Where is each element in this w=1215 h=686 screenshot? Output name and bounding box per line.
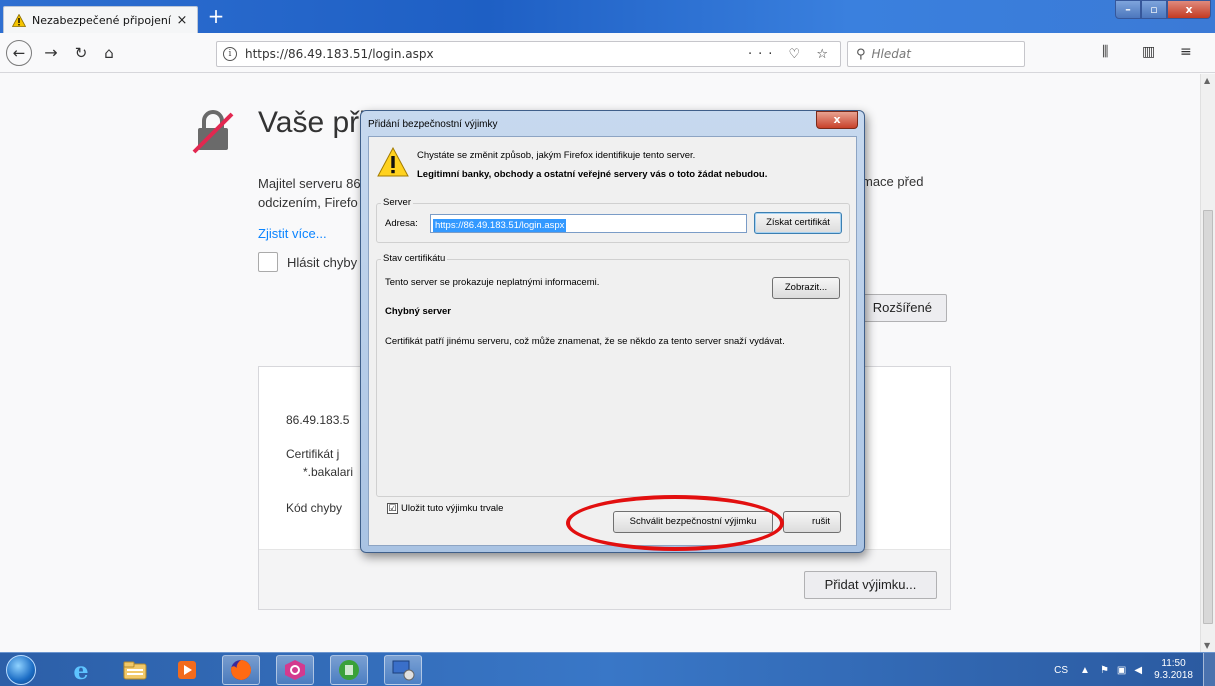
- warning-icon: [12, 13, 26, 27]
- app-icon[interactable]: [276, 655, 314, 685]
- search-icon: ⚲: [856, 46, 866, 62]
- notepad-icon[interactable]: [330, 655, 368, 685]
- scroll-down-icon[interactable]: ▼: [1204, 641, 1210, 650]
- window-controls: – ▫ x: [1115, 0, 1211, 20]
- start-button[interactable]: [6, 655, 36, 685]
- page-actions-icons[interactable]: ··· ♡ ☆: [748, 47, 834, 62]
- adv-error-code: Kód chyby: [286, 501, 343, 515]
- media-player-icon[interactable]: [168, 655, 206, 685]
- clock[interactable]: 11:50 9.3.2018: [1154, 658, 1193, 682]
- reload-icon[interactable]: ↻: [70, 42, 92, 64]
- url-bar[interactable]: i https://86.49.183.51/login.aspx ··· ♡ …: [216, 41, 841, 67]
- show-desktop-button[interactable]: [1203, 653, 1215, 686]
- tray-expand-icon[interactable]: ▲: [1080, 665, 1090, 676]
- dialog-body: Chystáte se změnit způsob, jakým Firefox…: [368, 136, 857, 546]
- forward-arrow-icon[interactable]: →: [40, 42, 62, 64]
- page-scrollbar[interactable]: ▲ ▼: [1200, 74, 1215, 652]
- info-icon[interactable]: i: [223, 47, 237, 61]
- clock-time: 11:50: [1161, 658, 1186, 669]
- flag-icon[interactable]: ⚑: [1100, 665, 1109, 676]
- title-bar: Nezabezpečené připojení × + – ▫ x: [0, 0, 1215, 33]
- clock-date: 9.3.2018: [1154, 670, 1193, 681]
- firefox-icon[interactable]: [222, 655, 260, 685]
- adv-cert-domain: *.bakalari: [303, 465, 354, 479]
- server-group-label: Server: [381, 197, 413, 208]
- address-label: Adresa:: [385, 218, 418, 229]
- dialog-close-button[interactable]: x: [816, 111, 858, 129]
- explorer-icon[interactable]: [116, 655, 154, 685]
- get-certificate-button[interactable]: Získat certifikát: [754, 212, 842, 234]
- broken-lock-icon: [192, 110, 234, 154]
- dialog-warning-bold: Legitimní banky, obchody a ostatní veřej…: [417, 169, 768, 180]
- add-security-exception-dialog: Přidání bezpečnostní výjimky x Chystáte …: [360, 110, 865, 553]
- language-indicator[interactable]: CS: [1054, 665, 1068, 676]
- search-input[interactable]: ⚲ Hledat: [847, 41, 1025, 67]
- report-errors-option[interactable]: Hlásit chyby: [258, 252, 357, 272]
- dialog-message: Chystáte se změnit způsob, jakým Firefox…: [417, 150, 696, 161]
- sidebar-icon[interactable]: ▥: [1142, 44, 1155, 60]
- scrollbar-thumb[interactable]: [1203, 210, 1213, 624]
- cancel-button[interactable]: rušit: [783, 511, 841, 533]
- save-permanently-label: Uložit tuto výjimku trvale: [401, 503, 504, 514]
- network-app-icon[interactable]: [384, 655, 422, 685]
- home-icon[interactable]: ⌂: [98, 42, 120, 64]
- address-value[interactable]: https://86.49.183.51/login.aspx: [433, 219, 567, 232]
- network-icon[interactable]: ▣: [1117, 665, 1126, 676]
- ie-icon[interactable]: e: [62, 655, 100, 685]
- nav-toolbar: ← → ↻ ⌂ i https://86.49.183.51/login.asp…: [0, 33, 1215, 73]
- dialog-title: Přidání bezpečnostní výjimky: [368, 119, 498, 130]
- save-permanently-checkbox[interactable]: ☑: [387, 503, 398, 514]
- learn-more-link[interactable]: Zjistit více...: [258, 226, 327, 241]
- adv-host: 86.49.183.5: [286, 413, 350, 427]
- tab-close-icon[interactable]: ×: [175, 13, 189, 28]
- highlight-ellipse: [566, 495, 784, 551]
- adv-cert: Certifikát j: [286, 447, 340, 461]
- cert-group-label: Stav certifikátu: [381, 253, 448, 264]
- page-title: Vaše při: [258, 106, 366, 139]
- menu-icon[interactable]: ≡: [1180, 44, 1192, 60]
- taskbar: e CS ▲ ⚑ ▣ ◀ 11:50 9.3.2018: [0, 652, 1215, 686]
- new-tab-button[interactable]: +: [205, 6, 227, 28]
- save-permanently-option[interactable]: ☑ Uložit tuto výjimku trvale: [387, 503, 503, 514]
- back-arrow-icon[interactable]: ←: [6, 40, 32, 66]
- wrong-server-text: Certifikát patří jinému serveru, což můž…: [385, 336, 785, 347]
- url-text[interactable]: https://86.49.183.51/login.aspx: [245, 47, 748, 61]
- tab-insecure-connection[interactable]: Nezabezpečené připojení ×: [3, 6, 198, 33]
- report-checkbox[interactable]: [258, 252, 278, 272]
- volume-icon[interactable]: ◀: [1134, 665, 1142, 676]
- minimize-button[interactable]: –: [1115, 0, 1141, 19]
- maximize-button[interactable]: ▫: [1141, 0, 1167, 19]
- wrong-server-heading: Chybný server: [385, 306, 452, 317]
- address-input[interactable]: https://86.49.183.51/login.aspx: [430, 214, 747, 233]
- report-label: Hlásit chyby: [287, 254, 358, 270]
- scroll-up-icon[interactable]: ▲: [1204, 76, 1210, 85]
- view-certificate-button[interactable]: Zobrazit...: [772, 277, 840, 299]
- library-icon[interactable]: ⫼: [1102, 44, 1108, 60]
- warning-icon: [377, 147, 409, 177]
- search-placeholder: Hledat: [871, 47, 911, 61]
- add-exception-button[interactable]: Přidat výjimku...: [804, 571, 937, 599]
- window-close-button[interactable]: x: [1167, 0, 1211, 19]
- error-line-1-right: mace před: [862, 174, 924, 189]
- cert-status-text: Tento server se prokazuje neplatnými inf…: [385, 277, 600, 288]
- tab-title: Nezabezpečené připojení: [32, 13, 171, 27]
- system-tray: CS ▲ ⚑ ▣ ◀ 11:50 9.3.2018: [1054, 653, 1215, 686]
